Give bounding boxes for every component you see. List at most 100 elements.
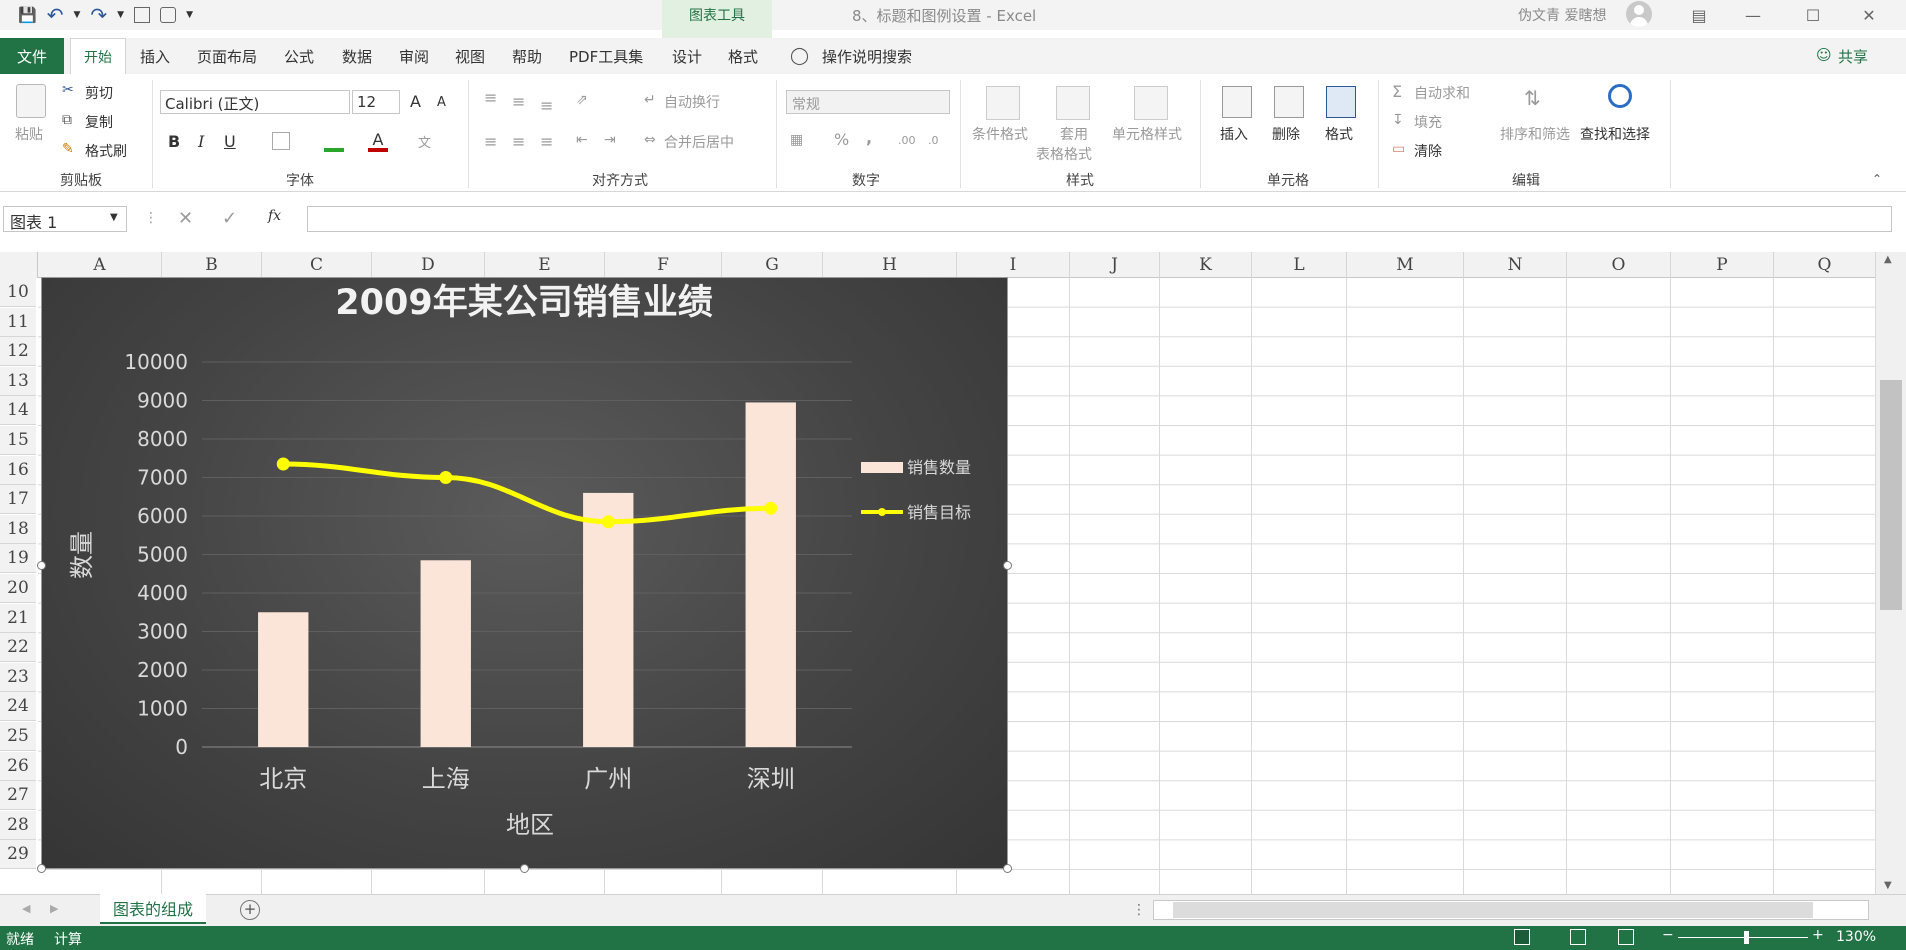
tab-view[interactable]: 视图 xyxy=(455,46,485,68)
row-header-27[interactable]: 27 xyxy=(0,781,36,811)
line-point[interactable] xyxy=(276,457,290,471)
bold-button[interactable]: B xyxy=(168,132,180,151)
column-header-a[interactable]: A xyxy=(38,252,162,278)
align-right-icon[interactable]: ≡ xyxy=(540,132,553,151)
format-as-table-l2[interactable]: 表格格式 xyxy=(1036,144,1092,164)
column-header-n[interactable]: N xyxy=(1464,252,1567,278)
row-header-21[interactable]: 21 xyxy=(0,603,36,633)
scroll-down-icon[interactable]: ▼ xyxy=(1884,880,1892,891)
row-header-20[interactable]: 20 xyxy=(0,574,36,603)
line-point[interactable] xyxy=(764,501,778,515)
shrink-font-button[interactable]: A xyxy=(437,95,446,110)
align-top-icon[interactable]: ≡ xyxy=(484,88,497,107)
insert-cells-icon[interactable] xyxy=(1222,86,1252,118)
format-cells-icon[interactable] xyxy=(1326,86,1356,118)
tab-file[interactable]: 文件 xyxy=(0,38,64,74)
column-header-k[interactable]: K xyxy=(1160,252,1252,278)
next-sheet-icon[interactable]: ▶ xyxy=(50,902,58,915)
row-header-13[interactable]: 13 xyxy=(0,366,36,396)
row-header-25[interactable]: 25 xyxy=(0,722,36,751)
zoom-slider-thumb[interactable] xyxy=(1744,931,1749,944)
column-header-i[interactable]: I xyxy=(957,252,1070,278)
delete-cells-icon[interactable] xyxy=(1274,86,1304,118)
row-header-24[interactable]: 24 xyxy=(0,692,36,722)
increase-decimal-icon[interactable]: .00 xyxy=(898,134,916,147)
accounting-format-icon[interactable]: ▦ xyxy=(790,132,803,148)
decrease-decimal-icon[interactable]: .0 xyxy=(928,134,939,147)
sort-filter-button[interactable]: 排序和筛选 xyxy=(1500,124,1570,144)
wrap-text-button[interactable]: 自动换行 xyxy=(664,92,720,112)
conditional-format-icon[interactable] xyxy=(986,86,1020,120)
chart-title[interactable]: 2009年某公司销售业绩 xyxy=(335,283,712,323)
row-header-10[interactable]: 10 xyxy=(0,278,36,307)
decrease-indent-icon[interactable]: ⇤ xyxy=(576,132,588,148)
chart-resize-handle[interactable] xyxy=(1003,561,1012,570)
row-header-26[interactable]: 26 xyxy=(0,751,36,781)
chevron-down-icon[interactable]: ▼ xyxy=(110,212,118,223)
chevron-down-icon[interactable]: ▼ xyxy=(117,10,124,20)
chart-resize-handle[interactable] xyxy=(1003,864,1012,873)
form-icon[interactable] xyxy=(134,7,151,23)
column-header-f[interactable]: F xyxy=(605,252,722,278)
insert-cells-button[interactable]: 插入 xyxy=(1220,124,1248,144)
undo-icon[interactable]: ↶ xyxy=(47,3,64,27)
column-header-b[interactable]: B xyxy=(162,252,262,278)
font-color-icon[interactable]: A xyxy=(368,130,388,152)
line-point[interactable] xyxy=(439,471,453,484)
column-header-l[interactable]: L xyxy=(1252,252,1347,278)
phonetic-icon[interactable]: 文 xyxy=(418,132,431,151)
y-axis-title[interactable]: 数量 xyxy=(68,531,96,579)
format-painter-button[interactable]: 格式刷 xyxy=(85,141,127,161)
zoom-slider[interactable] xyxy=(1678,937,1808,938)
customize-qat-icon[interactable]: ▼ xyxy=(186,10,193,20)
tab-help[interactable]: 帮助 xyxy=(512,46,542,68)
print-preview-icon[interactable] xyxy=(160,7,177,23)
row-header-19[interactable]: 19 xyxy=(0,544,36,574)
align-left-icon[interactable]: ≡ xyxy=(484,132,497,151)
name-box[interactable]: 图表 1 xyxy=(3,206,127,232)
paste-icon[interactable] xyxy=(16,84,46,118)
status-calculate[interactable]: 计算 xyxy=(54,929,82,949)
chart-legend[interactable]: 销售数量 销售目标 xyxy=(861,458,971,522)
restore-icon[interactable]: ☐ xyxy=(1790,0,1836,30)
row-header-12[interactable]: 12 xyxy=(0,337,36,367)
column-header-d[interactable]: D xyxy=(372,252,485,278)
font-size-box[interactable]: 12 xyxy=(352,90,400,114)
find-select-button[interactable]: 查找和选择 xyxy=(1580,124,1650,144)
percent-button[interactable]: % xyxy=(834,130,849,149)
autosum-button[interactable]: 自动求和 xyxy=(1414,83,1470,103)
merge-center-button[interactable]: 合并后居中 xyxy=(664,132,734,152)
page-layout-view-icon[interactable] xyxy=(1570,929,1586,945)
column-header-h[interactable]: H xyxy=(823,252,957,278)
grow-font-button[interactable]: A xyxy=(410,92,421,111)
sheet-tab[interactable]: 图表的组成 xyxy=(100,894,206,924)
add-sheet-icon[interactable]: + xyxy=(240,900,260,920)
format-as-table-icon[interactable] xyxy=(1056,86,1090,120)
redo-icon[interactable]: ↷ xyxy=(90,3,107,27)
user-name[interactable]: 伪文青 爱瞎想 xyxy=(1518,5,1606,25)
column-header-j[interactable]: J xyxy=(1070,252,1160,278)
clear-button[interactable]: 清除 xyxy=(1414,141,1442,161)
avatar[interactable] xyxy=(1626,1,1652,27)
column-header-p[interactable]: P xyxy=(1671,252,1774,278)
zoom-out-button[interactable]: − xyxy=(1662,927,1674,943)
tab-formulas[interactable]: 公式 xyxy=(284,46,314,68)
column-header-c[interactable]: C xyxy=(262,252,372,278)
row-header-18[interactable]: 18 xyxy=(0,514,36,544)
formula-input[interactable] xyxy=(307,206,1892,232)
tab-design[interactable]: 设计 xyxy=(672,46,702,68)
chart[interactable]: 0 1000 2000 3000 4000 5000 6000 7000 8000 9000 100… xyxy=(41,277,1008,869)
row-header-23[interactable]: 23 xyxy=(0,662,36,692)
tab-page-layout[interactable]: 页面布局 xyxy=(197,46,257,68)
prev-sheet-icon[interactable]: ◀ xyxy=(22,902,30,915)
cut-button[interactable]: 剪切 xyxy=(85,83,113,103)
series-line[interactable] xyxy=(283,461,771,525)
number-format-box[interactable]: 常规 xyxy=(786,90,950,114)
row-header-17[interactable]: 17 xyxy=(0,485,36,515)
border-icon[interactable] xyxy=(272,132,290,150)
format-as-table-l1[interactable]: 套用 xyxy=(1060,124,1088,144)
tab-data[interactable]: 数据 xyxy=(342,46,372,68)
row-header-22[interactable]: 22 xyxy=(0,633,36,663)
select-all-corner[interactable] xyxy=(0,252,38,278)
tab-insert[interactable]: 插入 xyxy=(140,46,170,68)
